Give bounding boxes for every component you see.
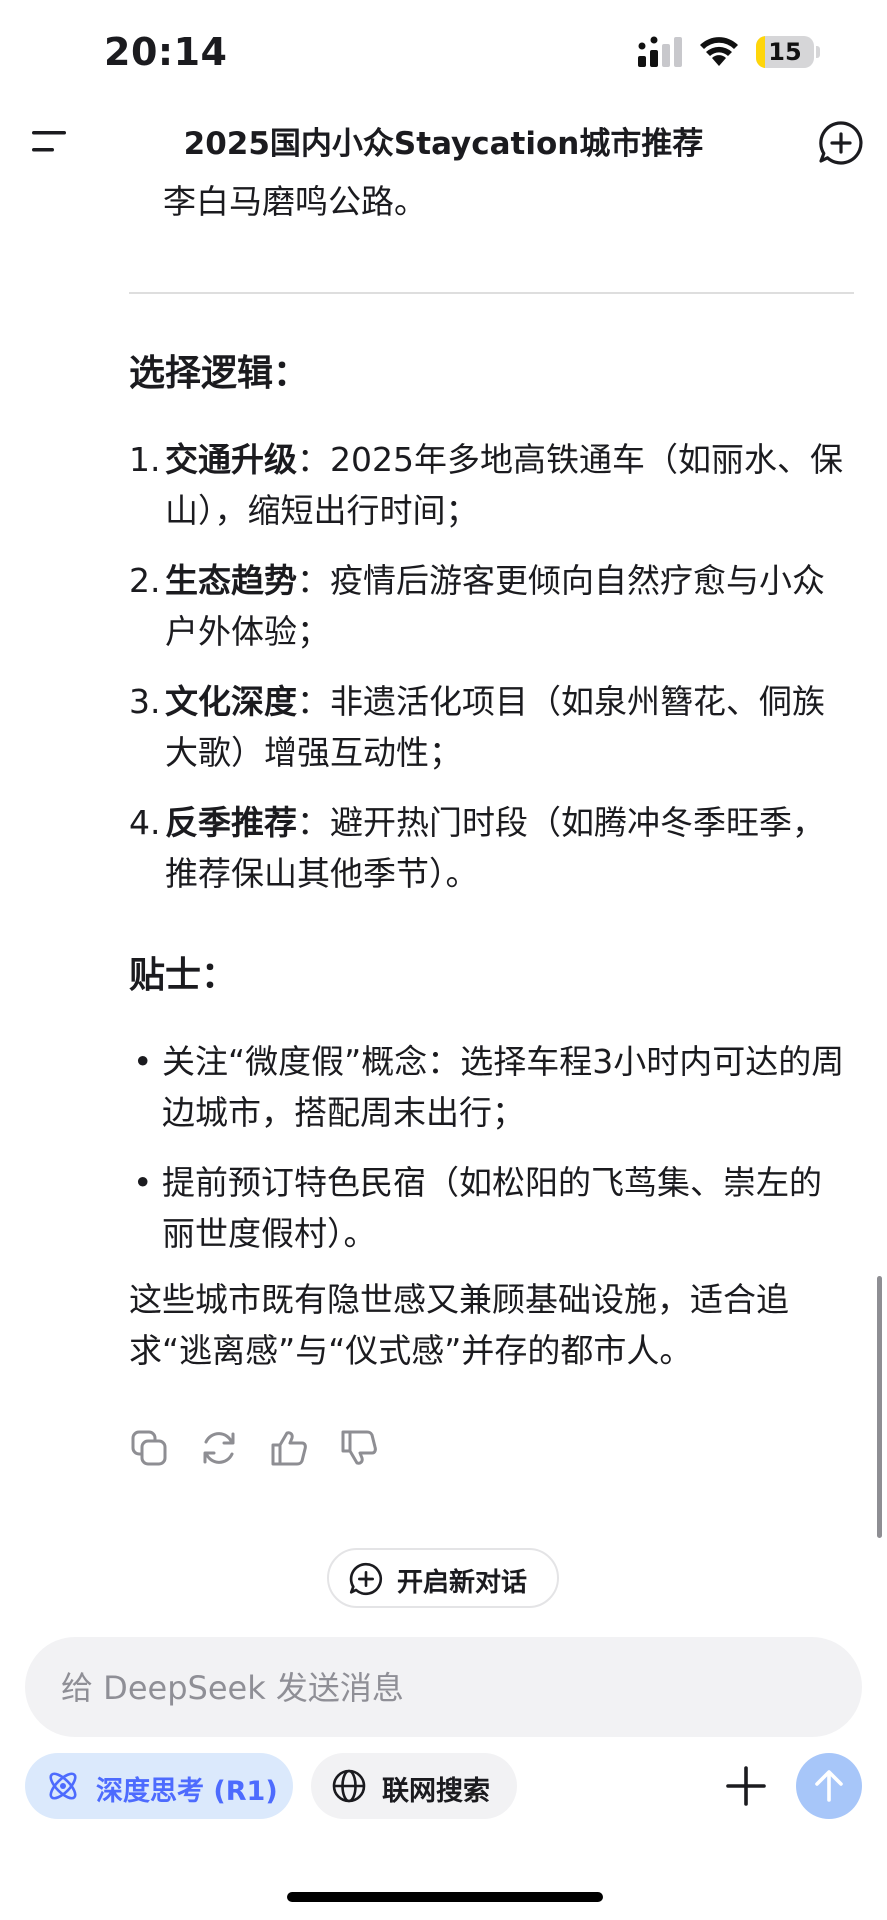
- list-number: 3.: [129, 682, 161, 721]
- bullet: •: [133, 1042, 153, 1081]
- deep-think-label: 深度思考 (R1): [96, 1776, 278, 1807]
- list-item-title: 生态趋势: [165, 561, 297, 600]
- list-number: 2.: [129, 561, 161, 600]
- closing-paragraph: 这些城市既有隐世感又兼顾基础设施，适合追求“逃离感”与“仪式感”并存的都市人。: [129, 1280, 789, 1370]
- list-item: 1. 交通升级：2025年多地高铁通车（如丽水、保山），缩短出行时间；: [129, 434, 849, 536]
- list-item: • 提前预订特色民宿（如松阳的飞茑集、崇左的丽世度假村）。: [133, 1157, 853, 1259]
- battery-cap: [816, 46, 820, 58]
- menu-icon[interactable]: [30, 126, 70, 158]
- start-new-chat-button[interactable]: 开启新对话: [327, 1548, 559, 1608]
- scrollbar[interactable]: [877, 1276, 882, 1538]
- status-bar: 20:14 15: [0, 0, 887, 100]
- thumbs-up-icon[interactable]: [269, 1428, 309, 1468]
- copy-icon[interactable]: [129, 1428, 169, 1468]
- wifi-icon: [700, 37, 738, 66]
- battery-icon: 15: [756, 36, 814, 68]
- globe-icon: [332, 1769, 366, 1803]
- signal-icon: [638, 36, 682, 67]
- new-chat-icon[interactable]: [818, 120, 864, 166]
- atom-icon: [49, 1772, 77, 1800]
- message-actions: [129, 1428, 429, 1472]
- list-number: 4.: [129, 803, 161, 842]
- list-item: 2. 生态趋势：疫情后游客更倾向自然疗愈与小众户外体验；: [129, 555, 849, 657]
- header: 2025国内小众Staycation城市推荐: [0, 100, 887, 184]
- list-item-title: 反季推荐: [165, 803, 297, 842]
- new-chat-icon: [349, 1562, 383, 1596]
- list-item-text: 提前预订特色民宿（如松阳的飞茑集、崇左的丽世度假村）。: [162, 1163, 822, 1253]
- thumbs-down-icon[interactable]: [339, 1428, 379, 1468]
- battery-level: 15: [768, 38, 802, 66]
- web-search-label: 联网搜索: [382, 1776, 490, 1807]
- arrow-up-icon: [815, 1770, 843, 1802]
- bullet: •: [133, 1163, 153, 1202]
- section-heading-tips: 贴士：: [129, 955, 238, 996]
- list-item: 4. 反季推荐：避开热门时段（如腾冲冬季旺季，推荐保山其他季节）。: [129, 797, 849, 899]
- list-item-title: 文化深度: [165, 682, 297, 721]
- status-time: 20:14: [104, 30, 228, 74]
- cut-off-text: 李白马磨鸣公路。: [163, 184, 427, 221]
- list-item-text: 关注“微度假”概念：选择车程3小时内可达的周边城市，搭配周末出行；: [162, 1042, 845, 1132]
- list-item: • 关注“微度假”概念：选择车程3小时内可达的周边城市，搭配周末出行；: [133, 1036, 853, 1138]
- home-indicator: [287, 1892, 603, 1902]
- add-attachment-button[interactable]: [724, 1764, 768, 1808]
- list-item-title: 交通升级: [165, 440, 297, 479]
- page-title: 2025国内小众Staycation城市推荐: [183, 126, 704, 162]
- send-button[interactable]: [796, 1753, 862, 1819]
- regenerate-icon[interactable]: [199, 1428, 239, 1468]
- web-search-toggle[interactable]: 联网搜索: [311, 1753, 517, 1819]
- message-input[interactable]: [59, 1637, 823, 1739]
- divider: [129, 292, 854, 294]
- message-composer: [25, 1637, 862, 1739]
- section-heading-selection: 选择逻辑：: [129, 353, 310, 394]
- list-number: 1.: [129, 440, 161, 479]
- chat-content[interactable]: 李白马磨鸣公路。 选择逻辑： 1. 交通升级：2025年多地高铁通车（如丽水、保…: [0, 184, 887, 1614]
- deep-think-toggle[interactable]: 深度思考 (R1): [25, 1753, 293, 1819]
- start-new-chat-label: 开启新对话: [397, 1568, 528, 1598]
- list-item: 3. 文化深度：非遗活化项目（如泉州簪花、侗族大歌）增强互动性；: [129, 676, 849, 778]
